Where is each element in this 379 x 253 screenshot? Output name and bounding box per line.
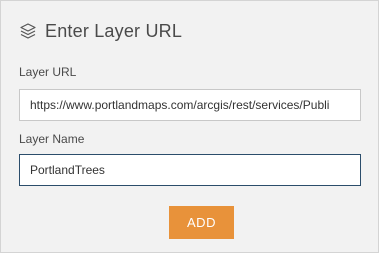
layer-name-input[interactable]: [19, 154, 361, 186]
add-button[interactable]: ADD: [169, 206, 234, 239]
panel-title: Enter Layer URL: [45, 20, 183, 41]
layer-url-input[interactable]: [19, 89, 361, 121]
layers-icon: [19, 22, 37, 40]
enter-layer-url-panel: Enter Layer URL Layer URL Layer Name ADD: [0, 0, 379, 253]
panel-header: Enter Layer URL: [19, 18, 182, 44]
layer-name-label: Layer Name: [19, 132, 85, 146]
layer-url-label: Layer URL: [19, 65, 77, 79]
